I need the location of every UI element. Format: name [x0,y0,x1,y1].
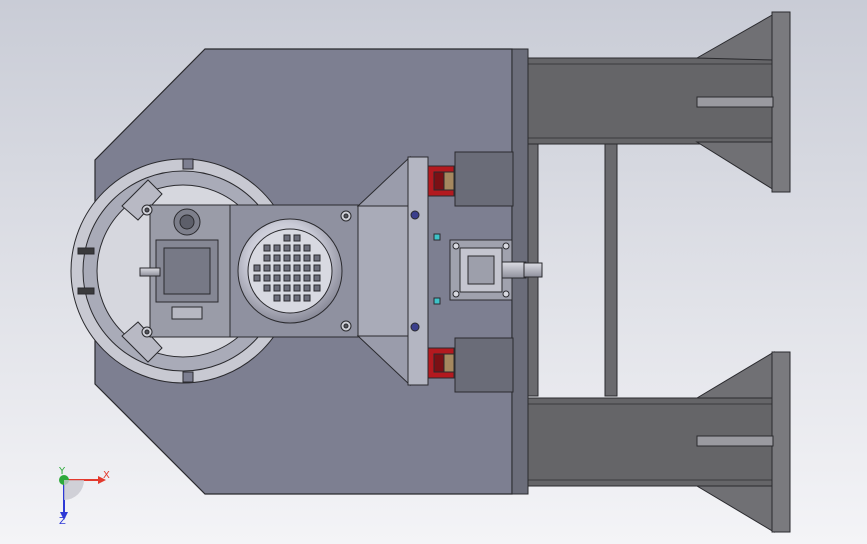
drive-motor[interactable] [229,204,359,338]
fan-vent-square [273,244,281,252]
fan-vent-square [273,284,281,292]
fan-vent-square [283,244,291,252]
fan-vent-square [303,274,311,282]
fan-vent-square [283,234,291,242]
cushion-bracket-top [454,151,514,207]
fan-vent-square [293,244,301,252]
fan-vent-square [273,264,281,272]
fan-vent-square [283,274,291,282]
fan-vent-square [303,244,311,252]
fan-vent-square [263,274,271,282]
triad-z-label: Z [59,516,66,527]
ring-notch-bottom [182,371,194,383]
beam-slot-bottom [696,435,774,447]
fan-vent-square [313,264,321,272]
cyan-fitting-top [433,233,441,241]
fan-vent-square [313,274,321,282]
motor-terminal-block [171,306,203,320]
slide-rail [407,156,429,386]
fan-vent-square [293,254,301,262]
fan-vent-square [283,254,291,262]
fan-vent-square [313,254,321,262]
fan-vent-square [303,294,311,302]
fan-vent-square [293,264,301,272]
pin-lower [77,287,95,295]
coupling-block [357,205,411,337]
fan-vent-square [293,294,301,302]
fan-vent-square [283,284,291,292]
fan-vent-square [263,254,271,262]
rail-bolt-bottom [410,322,420,332]
pin-upper [77,247,95,255]
triad-x-label: X [103,470,110,481]
fan-vent-square [283,264,291,272]
cad-graphics-viewport[interactable]: X Y Z [0,0,867,544]
motor-fan-grid [253,234,321,302]
gearbox-shaft [139,267,161,277]
frame-post-right [604,141,618,397]
cyan-fitting-bottom [433,297,441,305]
ring-notch-top [182,158,194,170]
fan-vent-square [253,264,261,272]
beam-slot-top [696,96,774,108]
fan-vent-square [273,254,281,262]
end-plate-bottom [771,351,791,533]
triad-y-label: Y [58,466,66,477]
cushion-bottom-pad [443,353,455,373]
fan-vent-square [263,284,271,292]
fan-vent-square [293,274,301,282]
cushion-bracket-bottom [454,337,514,393]
fan-vent-square [293,284,301,292]
end-plate-top [771,11,791,193]
cushion-top-pad [443,171,455,191]
cylinder-end-cap [523,262,543,278]
fan-vent-square [253,274,261,282]
fan-vent-square [313,284,321,292]
cylinder-rod [501,261,527,279]
fan-vent-square [283,294,291,302]
rail-bolt-top [410,210,420,220]
fan-vent-square [273,294,281,302]
fan-vent-square [303,264,311,272]
fan-vent-square [303,284,311,292]
fan-vent-square [293,234,301,242]
fan-vent-square [263,264,271,272]
fan-vent-square [263,244,271,252]
cad-model-drawing[interactable]: X Y Z [0,0,867,544]
fan-vent-square [303,254,311,262]
fan-vent-square [273,274,281,282]
